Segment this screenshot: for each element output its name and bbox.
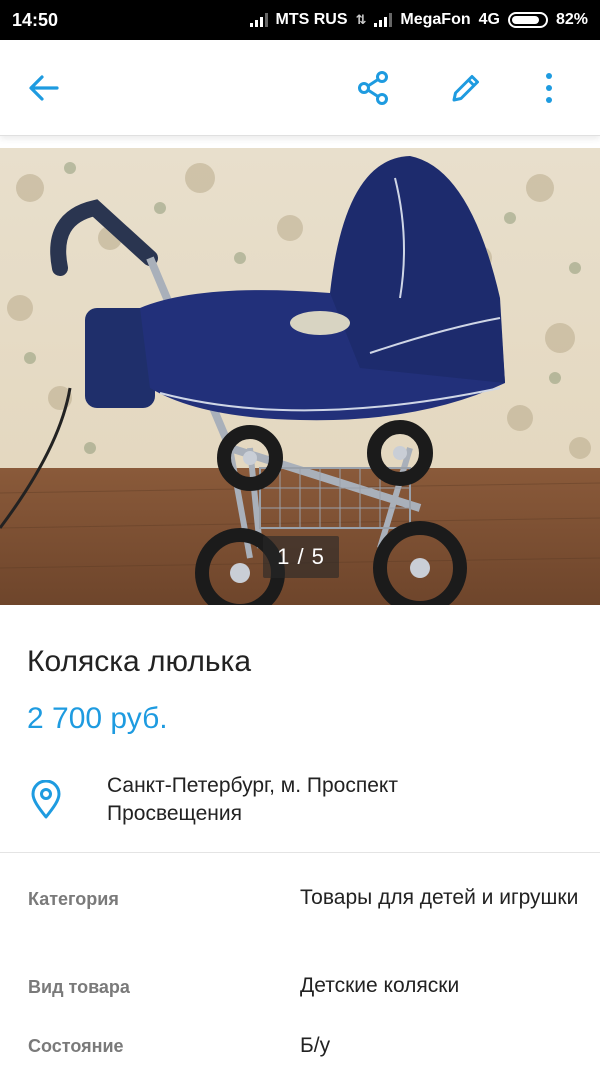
signal-icon-2	[374, 13, 393, 27]
battery-icon	[507, 12, 548, 28]
more-button[interactable]	[525, 64, 573, 112]
listing-price: 2 700 руб.	[27, 702, 168, 735]
status-time: 14:50	[12, 9, 59, 30]
param-label-condition: Состояние	[28, 1036, 124, 1056]
param-label-type: Вид товара	[28, 977, 130, 997]
battery-level: 82%	[555, 11, 588, 28]
signal-icon	[249, 13, 268, 27]
carrier-1: MTS RUS	[275, 11, 348, 28]
app-bar	[0, 40, 600, 136]
param-value-category: Товары для детей и игрушки	[300, 886, 579, 909]
location-pin-icon	[28, 780, 64, 820]
edit-button[interactable]	[442, 64, 490, 112]
carrier-2: MegaFon	[400, 11, 471, 28]
arrow-left-icon	[26, 70, 62, 106]
data-arrows-icon: ⇅	[355, 12, 367, 27]
param-value-type: Детские коляски	[300, 974, 460, 997]
section-divider	[0, 852, 600, 853]
param-value-condition: Б/у	[300, 1034, 331, 1057]
share-button[interactable]	[349, 64, 397, 112]
share-icon	[357, 71, 389, 105]
param-label-category: Категория	[28, 889, 119, 909]
status-indicators: MTS RUS ⇅ MegaFon 4G 82%	[249, 11, 588, 29]
more-vertical-icon	[544, 72, 554, 104]
status-bar: 14:50 MTS RUS ⇅ MegaFon 4G 82%	[0, 0, 600, 40]
pencil-icon	[448, 70, 484, 106]
back-button[interactable]	[20, 64, 68, 112]
photo-counter: 1 / 5	[263, 536, 339, 578]
listing-location[interactable]: Санкт-Петербург, м. Проспект Просвещения	[107, 772, 527, 828]
network-type: 4G	[478, 11, 500, 28]
listing-title: Коляска люлька	[27, 645, 252, 678]
